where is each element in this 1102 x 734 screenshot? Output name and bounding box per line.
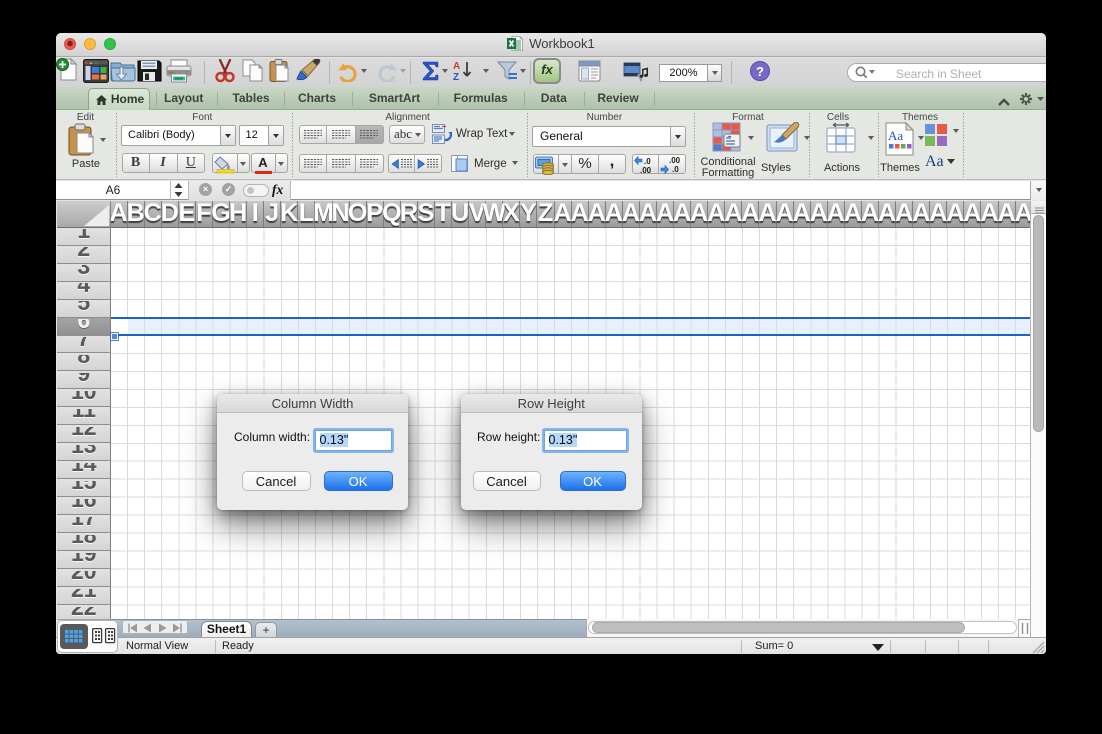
svg-text:?: ? [756,64,764,79]
svg-text:.0: .0 [672,165,679,174]
svg-text:Z: Z [453,72,459,82]
svg-text:A: A [453,61,460,72]
svg-text:Aa: Aa [888,128,903,143]
svg-text:.00: .00 [669,156,681,165]
svg-text:.0: .0 [644,157,651,166]
svg-text:.00: .00 [640,166,652,175]
